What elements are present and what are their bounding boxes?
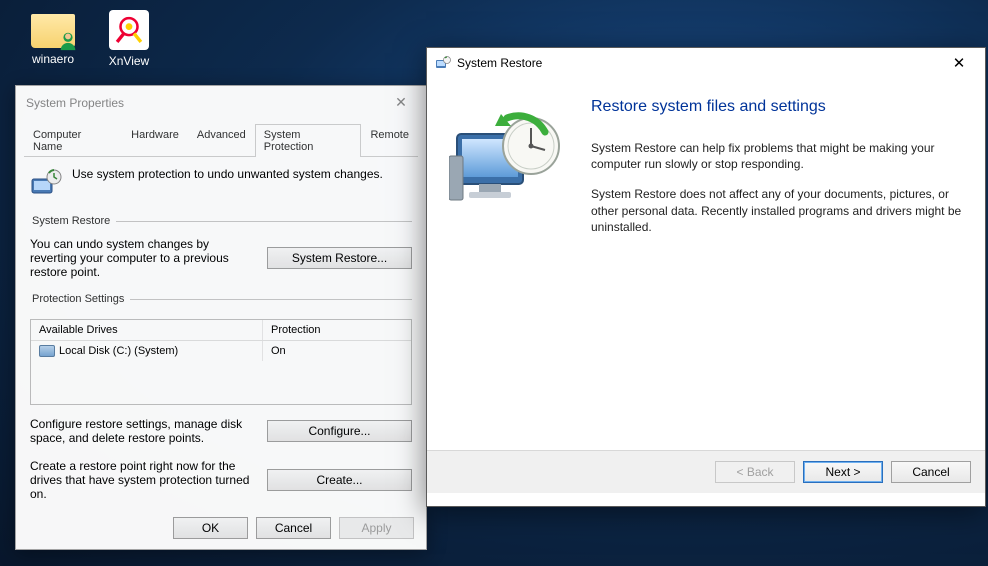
next-button[interactable]: Next > bbox=[803, 461, 883, 483]
system-restore-group: System Restore You can undo system chang… bbox=[30, 215, 412, 279]
configure-description: Configure restore settings, manage disk … bbox=[30, 417, 257, 445]
wizard-heading: Restore system files and settings bbox=[591, 98, 963, 116]
drive-row[interactable]: Local Disk (C:) (System) On bbox=[31, 341, 411, 361]
restore-description: You can undo system changes by reverting… bbox=[30, 237, 257, 279]
protection-settings-group: Protection Settings Available Drives Pro… bbox=[30, 293, 412, 501]
system-restore-window: System Restore ✕ bbox=[426, 47, 986, 507]
create-description: Create a restore point right now for the… bbox=[30, 459, 257, 501]
drive-name: Local Disk (C:) (System) bbox=[59, 345, 178, 357]
system-properties-window: System Properties ✕ Computer Name Hardwa… bbox=[15, 85, 427, 550]
system-protection-icon bbox=[30, 167, 62, 199]
tab-advanced[interactable]: Advanced bbox=[188, 124, 255, 157]
drive-protection: On bbox=[263, 341, 411, 361]
folder-icon bbox=[31, 14, 75, 48]
close-button[interactable]: ✕ bbox=[386, 94, 416, 111]
column-header-protection[interactable]: Protection bbox=[263, 320, 411, 340]
ok-button[interactable]: OK bbox=[173, 517, 248, 539]
cancel-button[interactable]: Cancel bbox=[891, 461, 971, 483]
xnview-icon bbox=[109, 10, 149, 50]
column-header-drives[interactable]: Available Drives bbox=[31, 320, 263, 340]
tab-system-protection[interactable]: System Protection bbox=[255, 124, 362, 157]
window-title: System Properties bbox=[26, 96, 124, 110]
group-legend: System Restore bbox=[30, 215, 116, 227]
window-title: System Restore bbox=[457, 56, 542, 70]
create-button[interactable]: Create... bbox=[267, 469, 412, 491]
back-button: < Back bbox=[715, 461, 795, 483]
desktop-icon-label: winaero bbox=[18, 52, 88, 66]
tab-hardware[interactable]: Hardware bbox=[122, 124, 188, 157]
system-restore-button[interactable]: System Restore... bbox=[267, 247, 412, 269]
apply-button: Apply bbox=[339, 517, 414, 539]
person-badge-icon bbox=[57, 30, 79, 52]
tab-remote[interactable]: Remote bbox=[361, 124, 418, 157]
tabstrip: Computer Name Hardware Advanced System P… bbox=[24, 123, 418, 157]
tab-computer-name[interactable]: Computer Name bbox=[24, 124, 122, 157]
system-restore-icon bbox=[435, 55, 451, 71]
desktop-icon-xnview[interactable]: XnView bbox=[94, 6, 164, 68]
wizard-paragraph-2: System Restore does not affect any of yo… bbox=[591, 186, 963, 235]
desktop-icon-winaero[interactable]: winaero bbox=[18, 6, 88, 66]
configure-button[interactable]: Configure... bbox=[267, 420, 412, 442]
intro-text: Use system protection to undo unwanted s… bbox=[72, 167, 383, 181]
desktop-icon-label: XnView bbox=[94, 54, 164, 68]
restore-hero-icon bbox=[449, 110, 569, 220]
wizard-paragraph-1: System Restore can help fix problems tha… bbox=[591, 140, 963, 172]
close-button[interactable]: ✕ bbox=[941, 54, 977, 72]
disk-icon bbox=[39, 345, 55, 357]
group-legend: Protection Settings bbox=[30, 293, 130, 305]
drives-table: Available Drives Protection Local Disk (… bbox=[30, 319, 412, 405]
cancel-button[interactable]: Cancel bbox=[256, 517, 331, 539]
